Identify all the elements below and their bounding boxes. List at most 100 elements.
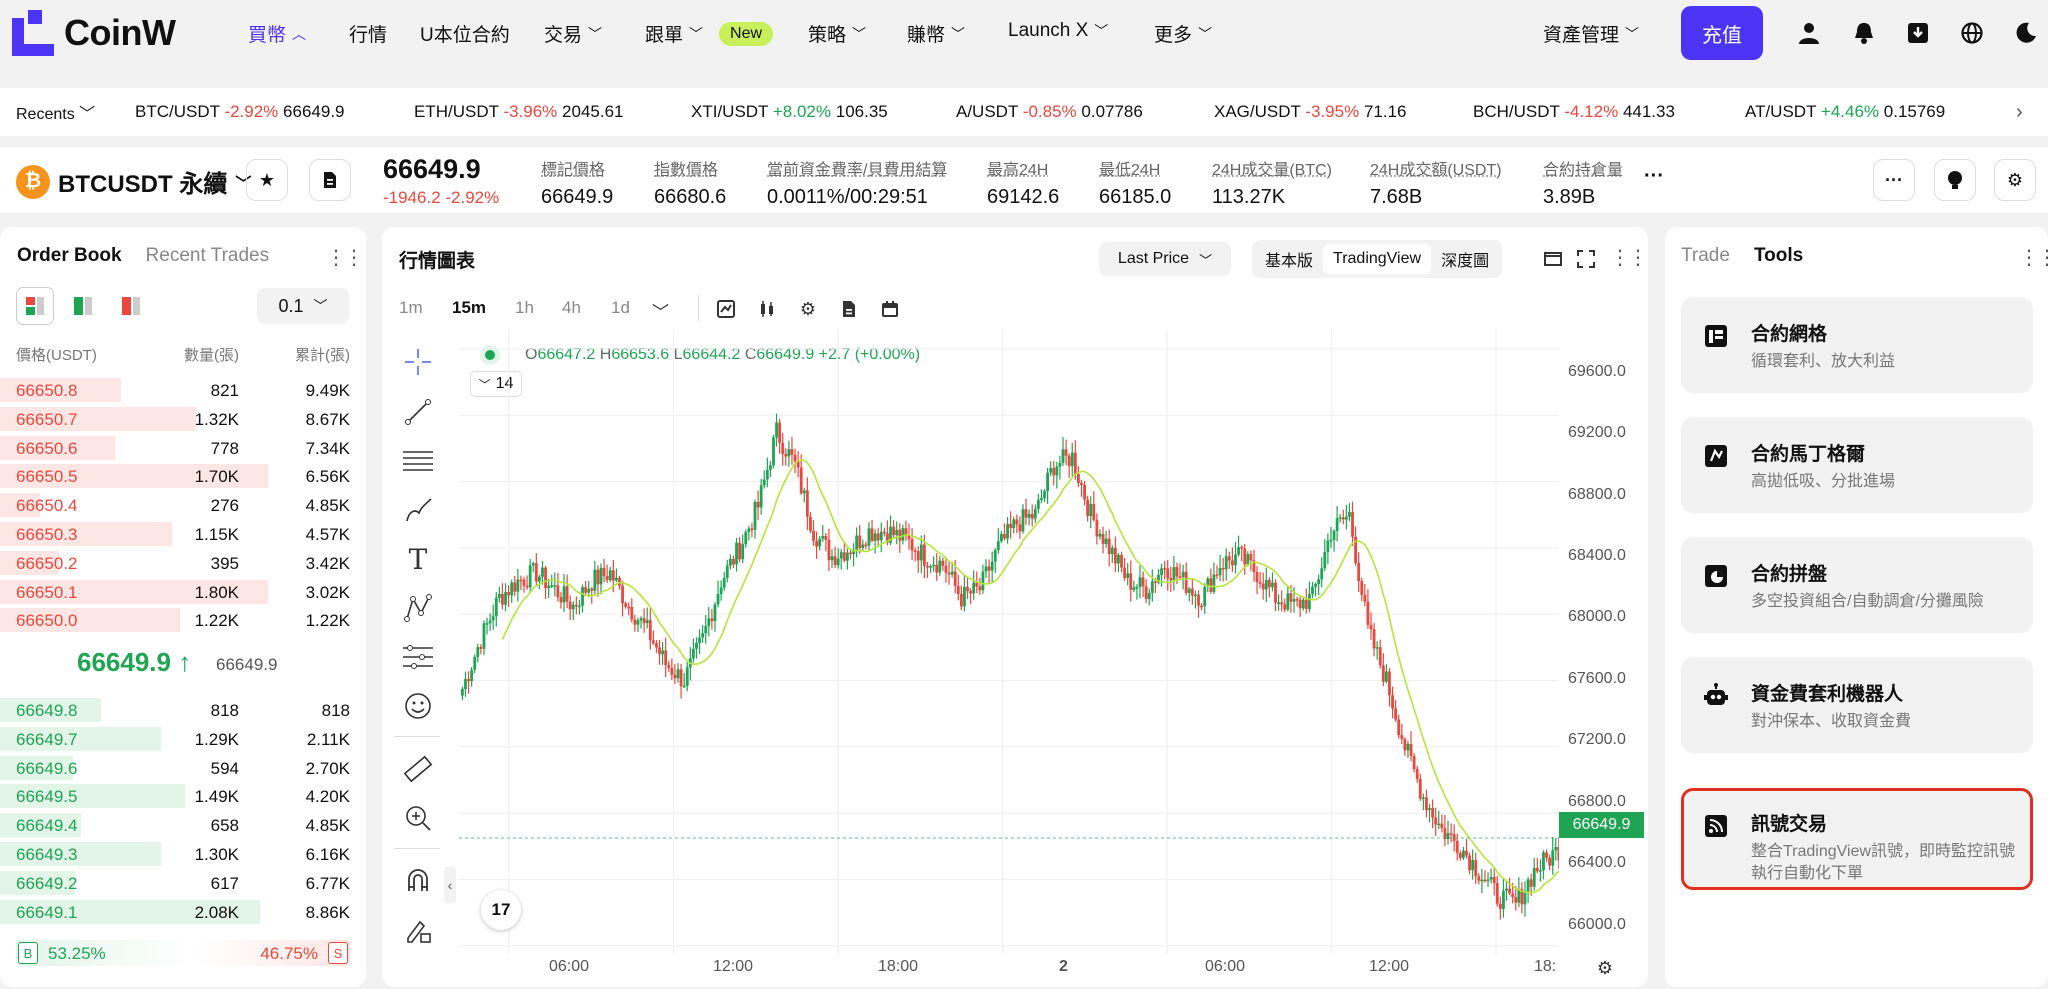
ticker-item[interactable]: A/USDT -0.85% 0.07786 <box>956 102 1143 122</box>
ask-row[interactable]: 66650.0 1.22K 1.22K <box>0 607 366 633</box>
timeframe-15m[interactable]: 15m <box>452 298 486 318</box>
collapse-toolbar-icon[interactable]: ‹ <box>444 867 456 903</box>
bid-row[interactable]: 66649.8 818 818 <box>0 697 366 723</box>
asset-management-menu[interactable]: 資產管理 ﹀ <box>1543 20 1639 47</box>
chevron-right-icon[interactable]: › <box>2016 101 2023 124</box>
nav-launch-x[interactable]: Launch X ﹀ <box>1008 20 1108 42</box>
nav-copy-trading[interactable]: 跟單 ﹀ New <box>645 20 773 47</box>
timeframe-1h[interactable]: 1h <box>515 298 534 318</box>
lightbulb-icon[interactable] <box>1934 159 1976 201</box>
bid-row[interactable]: 66649.3 1.30K 6.16K <box>0 841 366 867</box>
ask-row[interactable]: 66650.6 778 7.34K <box>0 435 366 461</box>
view-tradingview[interactable]: TradingView <box>1323 244 1431 274</box>
drag-handle-icon[interactable]: ⋮⋮ <box>326 245 362 270</box>
ask-row[interactable]: 66650.7 1.32K 8.67K <box>0 406 366 432</box>
bid-row[interactable]: 66649.5 1.49K 4.20K <box>0 783 366 809</box>
fullscreen-icon[interactable] <box>1575 248 1597 270</box>
bell-icon[interactable] <box>1852 21 1876 45</box>
nav-more[interactable]: 更多 ﹀ <box>1154 20 1212 47</box>
user-icon[interactable] <box>1797 21 1821 45</box>
bid-row[interactable]: 66649.7 1.29K 2.11K <box>0 726 366 752</box>
view-depth[interactable]: 深度圖 <box>1431 241 1499 277</box>
bid-row[interactable]: 66649.6 594 2.70K <box>0 755 366 781</box>
nav-earn[interactable]: 賺幣 ﹀ <box>907 20 965 47</box>
window-icon[interactable] <box>1542 248 1564 270</box>
mid-price[interactable]: 66649.9 ↑ <box>77 647 191 678</box>
fib-tool-icon[interactable] <box>400 443 436 479</box>
template-icon[interactable] <box>838 298 860 320</box>
brush-tool-icon[interactable] <box>400 492 436 528</box>
tool-card-futures-combo[interactable]: 合約拼盤 多空投資組合/自動調倉/分攤風險 <box>1681 537 2033 633</box>
chart-settings-icon[interactable]: ⚙ <box>797 298 819 320</box>
nav-usdt-futures[interactable]: U本位合約 <box>420 20 510 47</box>
symbol-selector[interactable]: ₿ BTCUSDT 永續 ﹀ <box>16 164 251 199</box>
ask-row[interactable]: 66650.1 1.80K 3.02K <box>0 579 366 605</box>
stat-funding-rate[interactable]: 當前資金費率/貝費用結算 0.0011%/00:29:51 <box>767 156 947 209</box>
tool-card-funding-arbitrage-bot[interactable]: 資金費套利機器人 對沖保本、收取資金費 <box>1681 657 2033 753</box>
ask-row[interactable]: 66650.2 395 3.42K <box>0 550 366 576</box>
axis-settings-icon[interactable]: ⚙ <box>1594 957 1616 979</box>
bid-row[interactable]: 66649.2 617 6.77K <box>0 870 366 896</box>
text-tool-icon[interactable]: T <box>400 541 436 577</box>
tool-card-futures-grid[interactable]: 合約網格 循環套利、放大利益 <box>1681 297 2033 393</box>
ticker-item[interactable]: XAG/USDT -3.95% 71.16 <box>1214 102 1406 122</box>
download-icon[interactable] <box>1906 21 1930 45</box>
nav-trade[interactable]: 交易 ﹀ <box>544 20 602 47</box>
ask-row[interactable]: 66650.4 276 4.85K <box>0 492 366 518</box>
nav-strategy[interactable]: 策略 ﹀ <box>808 20 866 47</box>
ticker-item[interactable]: AT/USDT +4.46% 0.15769 <box>1745 102 1945 122</box>
prediction-tool-icon[interactable] <box>400 639 436 675</box>
drag-handle-icon[interactable]: ⋮⋮ <box>1610 245 1646 270</box>
candle-type-icon[interactable] <box>756 298 778 320</box>
timeframe-1d[interactable]: 1d <box>611 298 630 318</box>
tab-recent-trades[interactable]: Recent Trades <box>146 245 270 267</box>
magnet-tool-icon[interactable] <box>400 863 436 899</box>
tool-card-futures-martingale[interactable]: 合約馬丁格爾 高拋低吸、分批進場 <box>1681 417 2033 513</box>
calendar-icon[interactable] <box>879 298 901 320</box>
tab-tools[interactable]: Tools <box>1754 245 1803 267</box>
chevron-down-icon[interactable]: ﹀ <box>652 298 669 323</box>
orderbook-bids-view-icon[interactable] <box>64 287 102 325</box>
timeframe-4h[interactable]: 4h <box>562 298 581 318</box>
favorite-star-icon[interactable]: ★ <box>246 159 288 201</box>
ask-row[interactable]: 66650.3 1.15K 4.57K <box>0 521 366 547</box>
tradingview-logo-icon[interactable]: 17 <box>481 890 521 930</box>
nav-markets[interactable]: 行情 <box>349 20 387 47</box>
nav-buy-crypto[interactable]: 買幣 ︿ <box>248 20 306 47</box>
tool-card-signal-trading[interactable]: 訊號交易 整合TradingView訊號，即時監控訊號執行自動化下單 <box>1681 788 2033 890</box>
candlestick-chart[interactable] <box>459 329 1559 954</box>
ask-row[interactable]: 66650.8 821 9.49K <box>0 377 366 403</box>
tab-order-book[interactable]: Order Book <box>17 245 122 267</box>
logo[interactable]: CoinW <box>12 10 175 56</box>
bid-row[interactable]: 66649.4 658 4.85K <box>0 812 366 838</box>
pattern-tool-icon[interactable] <box>400 590 436 626</box>
more-options-icon[interactable]: ··· <box>1873 159 1915 201</box>
view-basic[interactable]: 基本版 <box>1255 241 1323 277</box>
crosshair-tool-icon[interactable] <box>400 344 436 380</box>
globe-icon[interactable] <box>1960 21 1984 45</box>
timeframe-1m[interactable]: 1m <box>399 298 423 318</box>
ticker-item[interactable]: BTC/USDT -2.92% 66649.9 <box>135 102 345 122</box>
ticker-item[interactable]: XTI/USDT +8.02% 106.35 <box>691 102 888 122</box>
dark-mode-icon[interactable] <box>2014 21 2038 45</box>
recents-dropdown[interactable]: Recents ﹀ <box>16 100 95 124</box>
deposit-button[interactable]: 充值 <box>1681 6 1763 60</box>
emoji-tool-icon[interactable] <box>400 688 436 724</box>
precision-selector[interactable]: 0.1 ﹀ <box>257 288 349 324</box>
orderbook-both-view-icon[interactable] <box>16 287 54 325</box>
orderbook-asks-view-icon[interactable] <box>112 287 150 325</box>
indicators-icon[interactable] <box>715 298 737 320</box>
trend-line-tool-icon[interactable] <box>400 394 436 430</box>
drag-handle-icon[interactable]: ⋮⋮ <box>2019 245 2048 270</box>
settings-gear-icon[interactable]: ⚙ <box>1994 159 2036 201</box>
ticker-item[interactable]: BCH/USDT -4.12% 441.33 <box>1473 102 1675 122</box>
zoom-in-icon[interactable] <box>400 800 436 836</box>
tab-trade[interactable]: Trade <box>1681 245 1730 267</box>
lock-drawing-icon[interactable] <box>400 912 436 948</box>
ticker-item[interactable]: ETH/USDT -3.96% 2045.61 <box>414 102 624 122</box>
ask-row[interactable]: 66650.5 1.70K 6.56K <box>0 463 366 489</box>
document-icon[interactable] <box>309 159 351 201</box>
price-type-dropdown[interactable]: Last Price ﹀ <box>1099 242 1231 276</box>
more-stats-icon[interactable]: ··· <box>1644 165 1664 188</box>
ruler-tool-icon[interactable] <box>400 751 436 787</box>
